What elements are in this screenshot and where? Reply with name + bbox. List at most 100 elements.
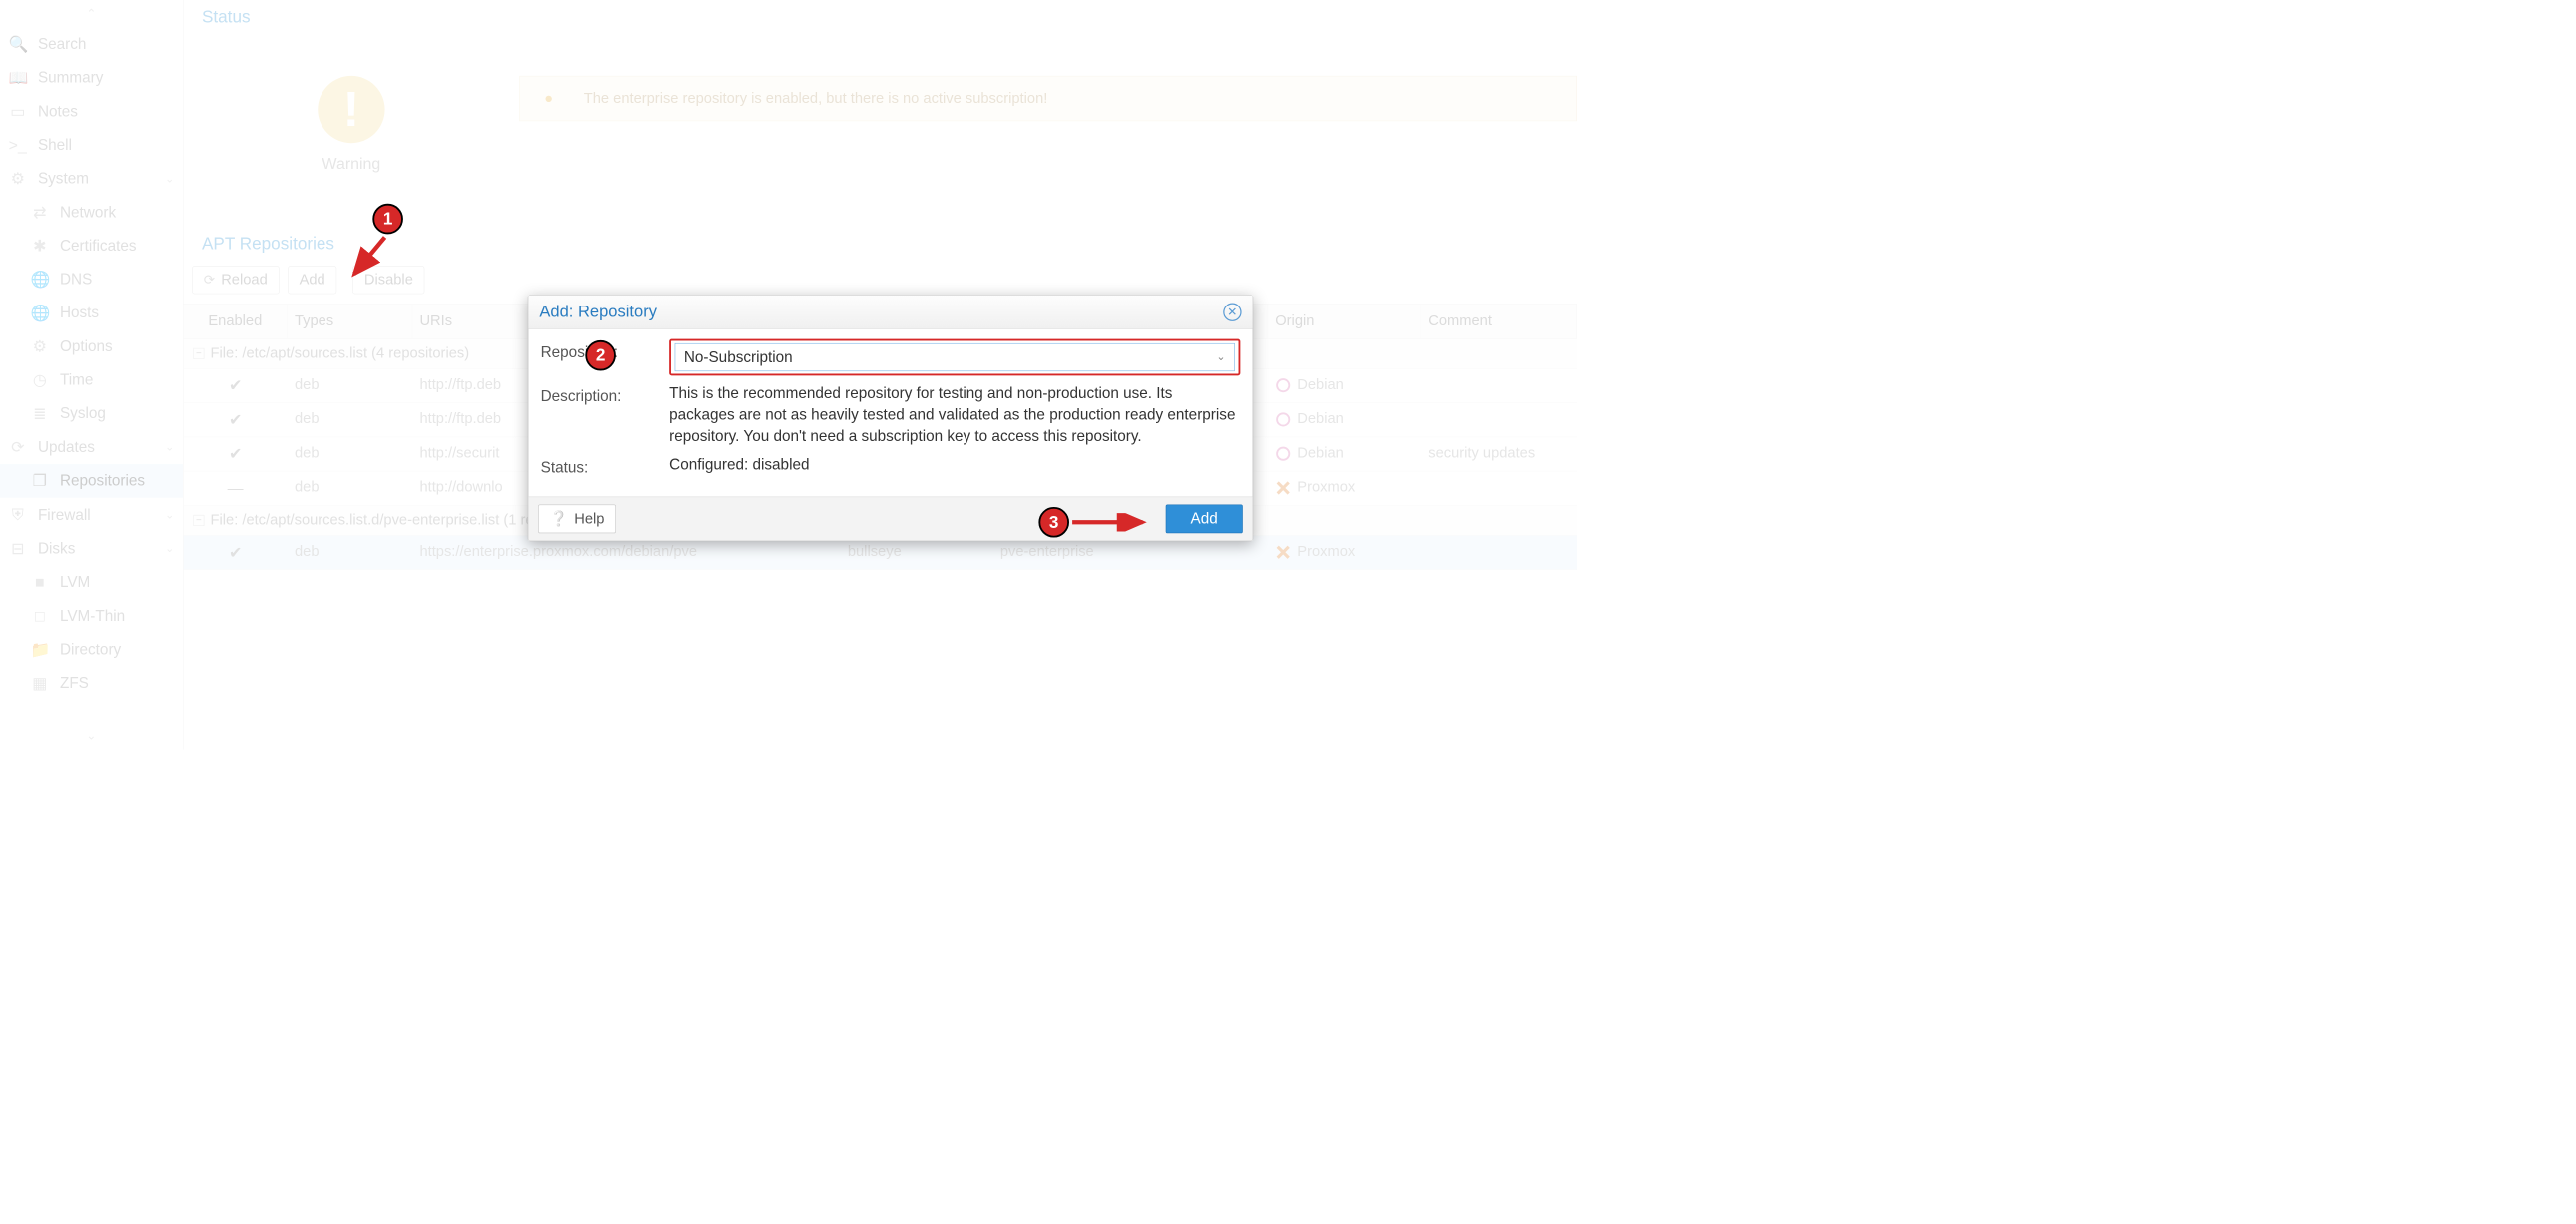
scroll-up-chevron[interactable]: ⌃ [0, 0, 183, 28]
sidebar-item-label: Repositories [60, 472, 145, 490]
description-label: Description: [541, 383, 670, 406]
repository-combo[interactable]: No-Subscription ⌄ [675, 343, 1235, 371]
sidebar-item-label: LVM [60, 574, 90, 592]
sidebar-item-label: Firewall [38, 506, 91, 524]
sidebar-item-time[interactable]: ◷Time [0, 363, 183, 397]
col-origin[interactable]: Origin [1268, 305, 1421, 338]
check-icon: ✔ [229, 543, 242, 561]
dialog-title: Add: Repository [539, 303, 657, 321]
sidebar-item-options[interactable]: ⚙ Options [0, 329, 183, 363]
col-enabled[interactable]: Enabled [184, 305, 288, 338]
globe-icon: 🌐 [31, 271, 49, 290]
chevron-down-icon: ⌄ [165, 441, 174, 454]
collapse-icon: − [193, 515, 204, 526]
warning-banner: ● The enterprise repository is enabled, … [519, 76, 1577, 121]
folder-icon: 📁 [31, 640, 49, 659]
sidebar-item-dns[interactable]: 🌐 DNS [0, 263, 183, 297]
sidebar-item-shell[interactable]: >_ Shell [0, 129, 183, 163]
check-icon: ✔ [229, 445, 242, 463]
disk-icon: ⊟ [9, 539, 27, 558]
sidebar-item-label: Network [60, 204, 116, 222]
dash-icon: — [228, 479, 244, 497]
book-icon: 📖 [9, 69, 27, 88]
sidebar-item-label: Certificates [60, 237, 137, 255]
sidebar-item-label: DNS [60, 271, 92, 289]
proxmox-icon [1275, 480, 1291, 496]
chevron-down-icon: ⌄ [165, 173, 174, 186]
sidebar-item-label: Updates [38, 438, 95, 456]
sidebar-item-lvm-thin[interactable]: □LVM-Thin [0, 599, 183, 633]
refresh-icon: ⟳ [9, 438, 27, 457]
sidebar-item-updates[interactable]: ⟳ Updates ⌄ [0, 430, 183, 464]
sidebar-item-label: ZFS [60, 675, 89, 693]
chevron-down-icon: ⌄ [165, 508, 174, 521]
add-button[interactable]: Add [288, 266, 336, 294]
terminal-icon: >_ [9, 136, 27, 155]
sidebar-item-repositories[interactable]: ❐ Repositories [0, 464, 183, 498]
refresh-icon: ⟳ [204, 272, 215, 288]
close-icon[interactable]: ✕ [1223, 303, 1241, 320]
gear-icon: ⚙ [9, 170, 27, 189]
help-icon: ❔ [550, 510, 568, 528]
arrow-3 [1072, 513, 1152, 531]
callout-2: 2 [585, 340, 616, 371]
status-heading: Status [184, 0, 1577, 39]
description-value: This is the recommended repository for t… [669, 383, 1240, 447]
globe-icon: 🌐 [31, 304, 49, 322]
sidebar-item-network[interactable]: ⇄Network [0, 196, 183, 230]
repository-field-highlight: No-Subscription ⌄ [669, 339, 1240, 376]
sidebar-item-label: Summary [38, 69, 103, 87]
sidebar-item-system[interactable]: ⚙System⌄ [0, 162, 183, 196]
chevron-down-icon: ⌄ [1216, 349, 1225, 364]
sidebar-item-syslog[interactable]: ≣ Syslog [0, 397, 183, 431]
arrow-1 [342, 231, 397, 286]
sidebar-item-label: Disks [38, 540, 75, 558]
search-icon: 🔍 [9, 35, 27, 54]
sidebar-item-label: Shell [38, 136, 72, 154]
sidebar-item-label: Directory [60, 641, 121, 659]
chevron-down-icon: ⌄ [165, 542, 174, 555]
square-outline-icon: □ [31, 607, 49, 626]
sidebar-item-label: Options [60, 337, 113, 355]
check-icon: ✔ [229, 376, 242, 394]
help-button[interactable]: ❔ Help [538, 505, 616, 534]
col-types[interactable]: Types [288, 305, 412, 338]
shield-icon: ⛨ [9, 505, 27, 525]
warning-banner-text: The enterprise repository is enabled, bu… [584, 90, 1048, 107]
square-icon: ■ [31, 573, 49, 592]
sidebar-item-label: Notes [38, 103, 78, 121]
exclamation-icon: ● [544, 90, 553, 107]
add-repository-dialog: Add: Repository ✕ Repository: No-Subscri… [528, 295, 1253, 541]
sidebar-item-label: Search [38, 35, 86, 53]
sidebar-item-label: Hosts [60, 305, 99, 322]
sidebar: ⌃ 🔍 Search 📖 Summary ▭Notes >_ Shell ⚙System⌄⇄N… [0, 0, 184, 749]
sidebar-item-firewall[interactable]: ⛨ Firewall ⌄ [0, 498, 183, 532]
sidebar-item-lvm[interactable]: ■ LVM [0, 566, 183, 600]
list-icon: ≣ [31, 404, 49, 423]
callout-3: 3 [1038, 507, 1069, 538]
scroll-down-chevron[interactable]: ⌄ [0, 722, 183, 750]
col-comment[interactable]: Comment [1421, 305, 1577, 338]
repository-value: No-Subscription [684, 346, 793, 367]
sidebar-item-label: Syslog [60, 405, 106, 423]
sidebar-item-directory[interactable]: 📁 Directory [0, 633, 183, 667]
dialog-add-button[interactable]: Add [1165, 505, 1242, 534]
reload-button[interactable]: ⟳Reload [192, 266, 279, 294]
gear-icon: ⚙ [31, 337, 49, 356]
files-icon: ❐ [31, 471, 49, 490]
check-icon: ✔ [229, 410, 242, 428]
grid-icon: ▦ [31, 674, 49, 693]
status-field-label: Status: [541, 454, 670, 477]
proxmox-icon [1275, 544, 1291, 560]
sidebar-item-summary[interactable]: 📖 Summary [0, 61, 183, 95]
sidebar-item-certificates[interactable]: ✱Certificates [0, 230, 183, 264]
status-field-value: Configured: disabled [669, 454, 1240, 475]
sidebar-item-notes[interactable]: ▭Notes [0, 95, 183, 129]
sidebar-item-zfs[interactable]: ▦ ZFS [0, 667, 183, 701]
debian-icon [1275, 411, 1291, 427]
sidebar-item-hosts[interactable]: 🌐 Hosts [0, 297, 183, 330]
sidebar-item-disks[interactable]: ⊟ Disks ⌄ [0, 532, 183, 566]
status-label: Warning [184, 154, 520, 173]
sidebar-item-label: Time [60, 371, 93, 389]
sidebar-item-search[interactable]: 🔍 Search [0, 28, 183, 62]
